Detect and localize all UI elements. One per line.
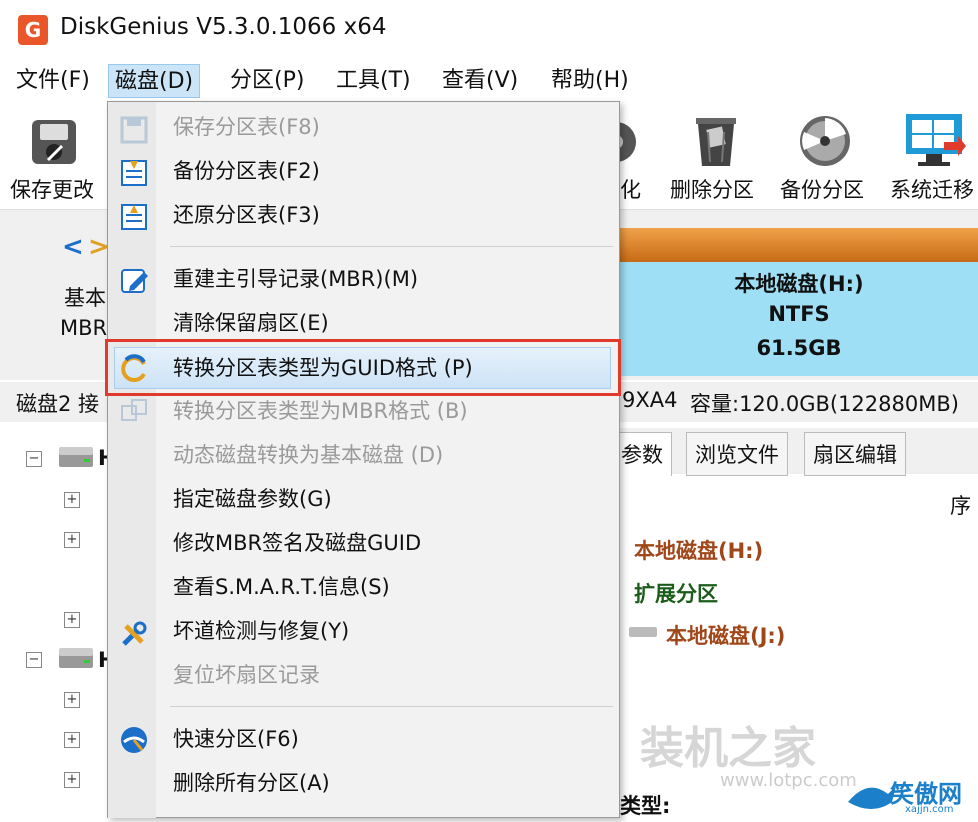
site-logo-url: xajjn.com [905, 804, 954, 815]
disk-bar-strip [620, 228, 978, 262]
partition-fs: NTFS [768, 302, 830, 326]
menu-dynamic-to-basic[interactable]: 动态磁盘转换为基本磁盘 (D) [173, 438, 443, 472]
tree-expand-toggle[interactable]: + [64, 692, 80, 708]
column-header-seq: 序 [950, 494, 971, 518]
menu-restore-partition-table[interactable]: 还原分区表(F3) [173, 198, 320, 232]
backup-partition-label[interactable]: 备份分区 [780, 174, 864, 204]
partition-name: 本地磁盘(H:) [734, 272, 864, 296]
tab-sector-edit[interactable]: 扇区编辑 [804, 432, 906, 476]
type-label: 类型: [620, 794, 671, 818]
diskgenius-logo-icon: G [18, 15, 48, 45]
partition-drive-icon [628, 624, 658, 640]
rebuild-mbr-icon [118, 264, 150, 296]
partition-row-extended[interactable]: 扩展分区 [634, 578, 718, 608]
tree-expand-toggle[interactable]: + [64, 772, 80, 788]
backup-partition-icon[interactable] [796, 112, 854, 170]
tree-expand-toggle[interactable]: + [64, 612, 80, 628]
menu-backup-partition-table[interactable]: 备份分区表(F2) [173, 154, 320, 188]
tab-bar [620, 428, 978, 474]
tree-expand-toggle[interactable]: + [64, 732, 80, 748]
tree-collapse-toggle[interactable]: − [26, 451, 42, 467]
menu-tools[interactable]: 工具(T) [330, 64, 417, 98]
disk-capacity: 容量:120.0GB(122880MB) [690, 392, 959, 416]
menu-separator [170, 706, 613, 707]
disk-format-label: MBR [60, 316, 108, 340]
menu-specify-disk-params[interactable]: 指定磁盘参数(G) [173, 482, 332, 516]
menu-quick-partition[interactable]: 快速分区(F6) [173, 722, 299, 756]
nav-left-icon[interactable]: < [62, 232, 84, 262]
menu-partition[interactable]: 分区(P) [224, 64, 310, 98]
save-changes-label[interactable]: 保存更改 [10, 174, 94, 204]
system-migrate-icon[interactable] [904, 112, 966, 168]
disk-model: 9XA4 [622, 388, 678, 412]
watermark-url: www.lotpc.com [720, 770, 857, 791]
partition-size: 61.5GB [756, 336, 842, 360]
menu-separator [170, 246, 613, 247]
trash-icon[interactable] [690, 110, 742, 170]
menu-help[interactable]: 帮助(H) [545, 64, 635, 98]
menu-rebuild-mbr[interactable]: 重建主引导记录(MBR)(M) [173, 262, 418, 296]
tree-expand-toggle[interactable]: + [64, 532, 80, 548]
tab-parameters[interactable]: 参数 [612, 432, 672, 476]
disk-drive-icon [58, 445, 94, 471]
menu-delete-all-partitions[interactable]: 删除所有分区(A) [173, 766, 330, 800]
save-changes-icon[interactable] [28, 116, 80, 168]
menu-file[interactable]: 文件(F) [10, 64, 96, 98]
repair-tools-icon [118, 618, 150, 650]
disk-drive-icon [58, 646, 94, 672]
menu-reset-bad-sectors[interactable]: 复位坏扇区记录 [173, 658, 320, 692]
menu-convert-to-mbr[interactable]: 转换分区表类型为MBR格式 (B) [173, 394, 468, 428]
disk-info-left: 磁盘2 接 [16, 392, 100, 416]
quick-partition-icon [118, 724, 150, 756]
highlight-annotation-box [105, 339, 621, 396]
delete-partition-label[interactable]: 删除分区 [670, 174, 754, 204]
system-migrate-label[interactable]: 系统迁移 [890, 174, 974, 204]
menu-disk[interactable]: 磁盘(D) [108, 64, 201, 98]
backup-table-icon [118, 157, 150, 189]
window-title: DiskGenius V5.3.0.1066 x64 [60, 14, 387, 40]
partition-row-j[interactable]: 本地磁盘(J:) [666, 620, 785, 650]
menu-bad-sector-check[interactable]: 坏道检测与修复(Y) [173, 614, 349, 648]
tab-browse-files[interactable]: 浏览文件 [686, 432, 788, 476]
format-label[interactable]: 化 [620, 174, 641, 204]
menu-save-partition-table[interactable]: 保存分区表(F8) [173, 110, 320, 144]
menu-view[interactable]: 查看(V) [436, 64, 524, 98]
tree-expand-toggle[interactable]: + [64, 492, 80, 508]
save-disk-icon [118, 114, 150, 146]
menu-view-smart[interactable]: 查看S.M.A.R.T.信息(S) [173, 570, 390, 604]
watermark-text: 装机之家 [640, 723, 816, 774]
restore-table-icon [118, 201, 150, 233]
menu-clear-reserved-sectors[interactable]: 清除保留扇区(E) [173, 306, 329, 340]
menu-modify-mbr-signature[interactable]: 修改MBR签名及磁盘GUID [173, 526, 421, 560]
disk-type-label: 基本 [64, 286, 106, 310]
convert-mbr-icon [118, 396, 150, 428]
partition-row-h[interactable]: 本地磁盘(H:) [634, 535, 763, 565]
tree-collapse-toggle[interactable]: − [26, 652, 42, 668]
